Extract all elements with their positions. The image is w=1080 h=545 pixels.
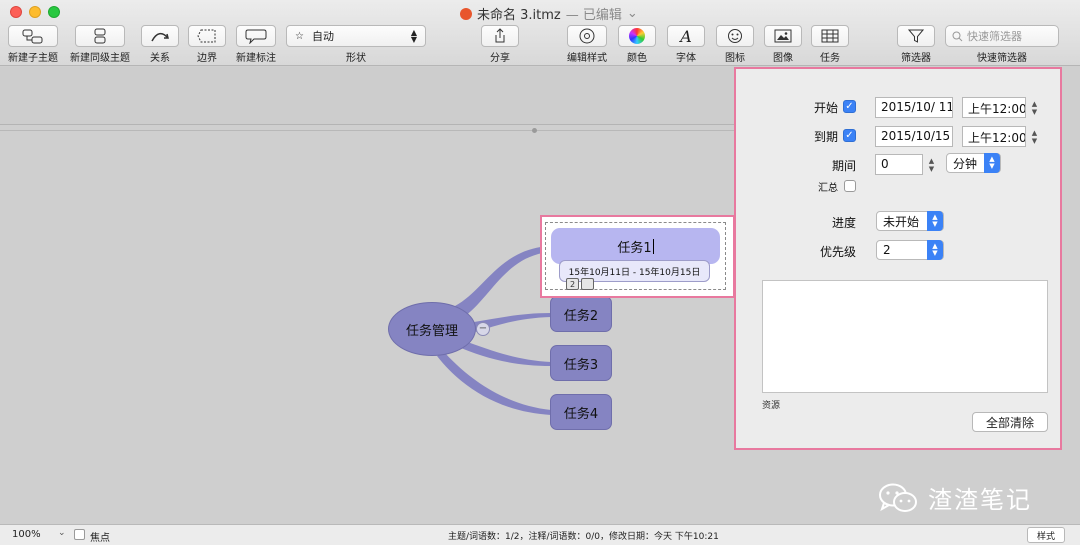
duration-label: 期间 — [832, 159, 857, 173]
duration-field[interactable]: 0 — [875, 154, 923, 175]
duration-unit-select[interactable]: 分钟 ▲ ▼ — [946, 153, 1001, 173]
updown-chevron-icon: ▲ ▼ — [927, 211, 943, 231]
branch-to-task1 — [455, 246, 551, 318]
progress-select[interactable]: 未开始 ▲ ▼ — [876, 211, 944, 231]
progress-label: 进度 — [832, 216, 857, 230]
text-cursor — [652, 238, 654, 254]
priority-select[interactable]: 2 ▲ ▼ — [876, 240, 944, 260]
topic-task3[interactable]: 任务3 — [550, 345, 612, 381]
priority-value: 2 — [883, 243, 891, 257]
topic-task2[interactable]: 任务2 — [550, 296, 612, 332]
topic-task4[interactable]: 任务4 — [550, 394, 612, 430]
resources-textarea[interactable] — [762, 280, 1048, 393]
zoom-level[interactable]: 100% — [12, 529, 41, 540]
watermark: 渣渣笔记 — [878, 480, 1032, 515]
priority-label: 优先级 — [820, 245, 857, 259]
progress-value: 未开始 — [883, 214, 920, 229]
due-checkbox[interactable]: ✓ — [843, 129, 856, 142]
resources-label: 资源 — [762, 401, 781, 411]
statusbar: 100% ⌄ 焦点 主题/词语数：1/2，注释/词语数：0/0，修改日期：今天 … — [0, 524, 1080, 545]
clear-all-button[interactable]: 全部清除 — [972, 412, 1048, 432]
duration-unit-value: 分钟 — [953, 156, 978, 171]
updown-chevron-icon: ▲ ▼ — [984, 153, 1000, 173]
focus-checkbox[interactable] — [74, 529, 85, 540]
due-date-field[interactable]: 2015/10/15 — [875, 126, 953, 147]
rollup-checkbox[interactable] — [844, 180, 856, 192]
branch-to-task3 — [456, 340, 551, 366]
wechat-icon — [879, 483, 917, 512]
style-button[interactable]: 样式 — [1027, 527, 1065, 543]
due-time-field[interactable]: 上午12:00 — [962, 126, 1026, 147]
watermark-text: 渣渣笔记 — [928, 486, 1032, 514]
due-time-stepper[interactable]: ▲ ▼ — [1029, 126, 1040, 147]
start-checkbox[interactable]: ✓ — [843, 100, 856, 113]
start-time-field[interactable]: 上午12:00 — [962, 97, 1026, 118]
start-time-stepper[interactable]: ▲ ▼ — [1029, 97, 1040, 118]
collapse-icon[interactable]: − — [476, 322, 490, 336]
due-label: 到期 — [814, 130, 839, 144]
start-label: 开始 — [814, 101, 839, 115]
central-topic[interactable]: 任务管理 — [388, 302, 476, 356]
chevron-down-icon[interactable]: ⌄ — [58, 528, 66, 538]
duration-stepper[interactable]: ▲ ▼ — [926, 154, 937, 175]
topic-task1[interactable]: 任务1 — [551, 228, 720, 264]
rollup-label: 汇总 — [818, 183, 838, 194]
task1-label[interactable]: 任务1 — [617, 237, 651, 256]
priority-badge: 2 — [566, 278, 579, 290]
task-inspector-panel: 开始 ✓ 2015/10/ 11 上午12:00 ▲ ▼ 到期 ✓ 2015/10… — [734, 67, 1062, 450]
focus-label: 焦点 — [90, 533, 110, 544]
start-date-field[interactable]: 2015/10/ 11 — [875, 97, 953, 118]
updown-chevron-icon: ▲ ▼ — [927, 240, 943, 260]
progress-badge — [581, 278, 594, 290]
document-stats: 主题/词语数：1/2，注释/词语数：0/0，修改日期：今天 下午10:21 — [448, 532, 719, 542]
